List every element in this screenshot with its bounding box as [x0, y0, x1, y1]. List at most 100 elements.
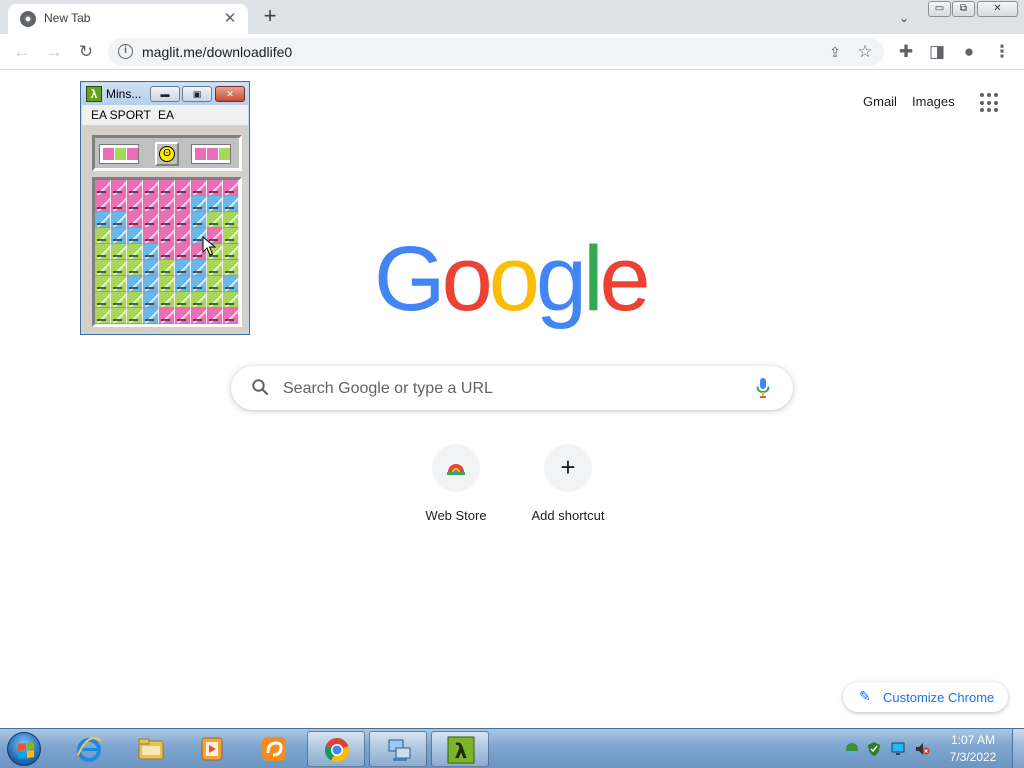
back-arrow-icon[interactable]: ←: [9, 39, 35, 65]
url-text[interactable]: maglit.me/downloadlife0: [142, 44, 292, 60]
minefield-cell[interactable]: [111, 260, 127, 276]
minefield-cell[interactable]: [223, 292, 239, 308]
minefield-cell[interactable]: [159, 180, 175, 196]
taskbar-minesweeper[interactable]: λ: [431, 731, 489, 767]
minefield-cell[interactable]: [191, 212, 207, 228]
minefield-cell[interactable]: [159, 196, 175, 212]
minefield-cell[interactable]: [175, 180, 191, 196]
minefield-cell[interactable]: [175, 212, 191, 228]
taskbar-file-explorer[interactable]: [122, 731, 180, 767]
minefield-cell[interactable]: [191, 196, 207, 212]
minefield-cell[interactable]: [207, 292, 223, 308]
minefield-cell[interactable]: [143, 292, 159, 308]
site-info-icon[interactable]: i: [118, 44, 133, 59]
minefield-cell[interactable]: [223, 260, 239, 276]
minefield-cell[interactable]: [143, 260, 159, 276]
minefield-cell[interactable]: [223, 244, 239, 260]
minefield-cell[interactable]: [95, 276, 111, 292]
minefield-cell[interactable]: [127, 292, 143, 308]
taskbar-media-player[interactable]: [183, 731, 241, 767]
extensions-puzzle-icon[interactable]: ✚: [893, 39, 919, 65]
minefield-cell[interactable]: [175, 196, 191, 212]
share-icon[interactable]: ⇪: [824, 41, 846, 63]
images-link[interactable]: Images: [912, 94, 955, 109]
minefield-cell[interactable]: [159, 292, 175, 308]
minefield-cell[interactable]: [127, 212, 143, 228]
new-tab-button[interactable]: +: [258, 5, 282, 29]
minefield-cell[interactable]: [143, 212, 159, 228]
minefield-cell[interactable]: [95, 228, 111, 244]
window-minimize-button[interactable]: ▭: [928, 1, 951, 17]
start-button[interactable]: [5, 730, 45, 768]
minefield-cell[interactable]: [95, 180, 111, 196]
minefield-cell[interactable]: [95, 196, 111, 212]
minefield-cell[interactable]: [127, 180, 143, 196]
minefield-cell[interactable]: [159, 308, 175, 324]
forward-arrow-icon[interactable]: →: [41, 39, 67, 65]
search-input[interactable]: [283, 378, 743, 400]
minefield-cell[interactable]: [143, 276, 159, 292]
minefield-cell[interactable]: [127, 276, 143, 292]
minefield-cell[interactable]: [191, 292, 207, 308]
bookmark-star-icon[interactable]: ☆: [854, 41, 876, 63]
tray-volume-muted-icon[interactable]: [914, 741, 930, 757]
reload-icon[interactable]: ↻: [73, 39, 99, 65]
minefield-cell[interactable]: [191, 308, 207, 324]
minefield-cell[interactable]: [223, 212, 239, 228]
minefield-cell[interactable]: [143, 244, 159, 260]
minefield-cell[interactable]: [191, 180, 207, 196]
minefield-cell[interactable]: [95, 260, 111, 276]
show-desktop-button[interactable]: [1012, 729, 1024, 768]
minefield-cell[interactable]: [143, 308, 159, 324]
minefield-cell[interactable]: [223, 228, 239, 244]
minesweeper-titlebar[interactable]: λ Mins... ▬ ▣ ✕: [82, 83, 248, 105]
google-apps-grid-icon[interactable]: [980, 93, 1000, 113]
tray-display-icon[interactable]: [890, 741, 906, 757]
minefield-cell[interactable]: [127, 196, 143, 212]
minefield-cell[interactable]: [111, 276, 127, 292]
profile-avatar-icon[interactable]: ●: [956, 39, 982, 65]
minefield-cell[interactable]: [175, 308, 191, 324]
smiley-reset-button[interactable]: ʘ: [155, 142, 179, 166]
minefield-cell[interactable]: [191, 276, 207, 292]
minefield-cell[interactable]: [207, 260, 223, 276]
tab-new-tab[interactable]: New Tab ✕: [8, 4, 248, 34]
taskbar-network-app[interactable]: [369, 731, 427, 767]
minefield-cell[interactable]: [159, 228, 175, 244]
minefield-cell[interactable]: [223, 308, 239, 324]
minefield-cell[interactable]: [127, 244, 143, 260]
minefield-cell[interactable]: [175, 292, 191, 308]
minefield-cell[interactable]: [159, 244, 175, 260]
chrome-menu-icon[interactable]: ⋮: [989, 39, 1015, 65]
minefield-cell[interactable]: [207, 308, 223, 324]
address-bar[interactable]: i maglit.me/downloadlife0 ⇪ ☆: [108, 38, 884, 66]
minefield-cell[interactable]: [127, 260, 143, 276]
add-shortcut-button[interactable]: + Add shortcut: [512, 442, 624, 532]
minefield-cell[interactable]: [223, 180, 239, 196]
minefield-cell[interactable]: [191, 260, 207, 276]
menu-ea-sport[interactable]: EA SPORT: [91, 108, 151, 122]
minefield-cell[interactable]: [175, 276, 191, 292]
minefield-cell[interactable]: [95, 212, 111, 228]
minefield-grid[interactable]: [92, 177, 242, 327]
minefield-cell[interactable]: [207, 276, 223, 292]
minefield-cell[interactable]: [111, 196, 127, 212]
microphone-icon[interactable]: [755, 377, 771, 399]
minefield-cell[interactable]: [207, 180, 223, 196]
taskbar-uc-browser[interactable]: [245, 731, 303, 767]
tab-search-chevron-icon[interactable]: ⌄: [894, 8, 914, 28]
minefield-cell[interactable]: [223, 196, 239, 212]
minefield-cell[interactable]: [223, 276, 239, 292]
minefield-cell[interactable]: [175, 260, 191, 276]
taskbar-internet-explorer[interactable]: [60, 731, 118, 767]
minefield-cell[interactable]: [111, 244, 127, 260]
minefield-cell[interactable]: [175, 244, 191, 260]
shortcut-web-store[interactable]: Web Store: [400, 442, 512, 532]
minefield-cell[interactable]: [111, 212, 127, 228]
minefield-cell[interactable]: [159, 212, 175, 228]
tray-security-shield-icon[interactable]: [866, 741, 882, 757]
maximize-button[interactable]: ▣: [182, 86, 212, 102]
tab-close-icon[interactable]: ✕: [220, 9, 240, 29]
close-button[interactable]: ✕: [215, 86, 245, 102]
clock-time[interactable]: 1:07 AM: [942, 733, 1004, 747]
